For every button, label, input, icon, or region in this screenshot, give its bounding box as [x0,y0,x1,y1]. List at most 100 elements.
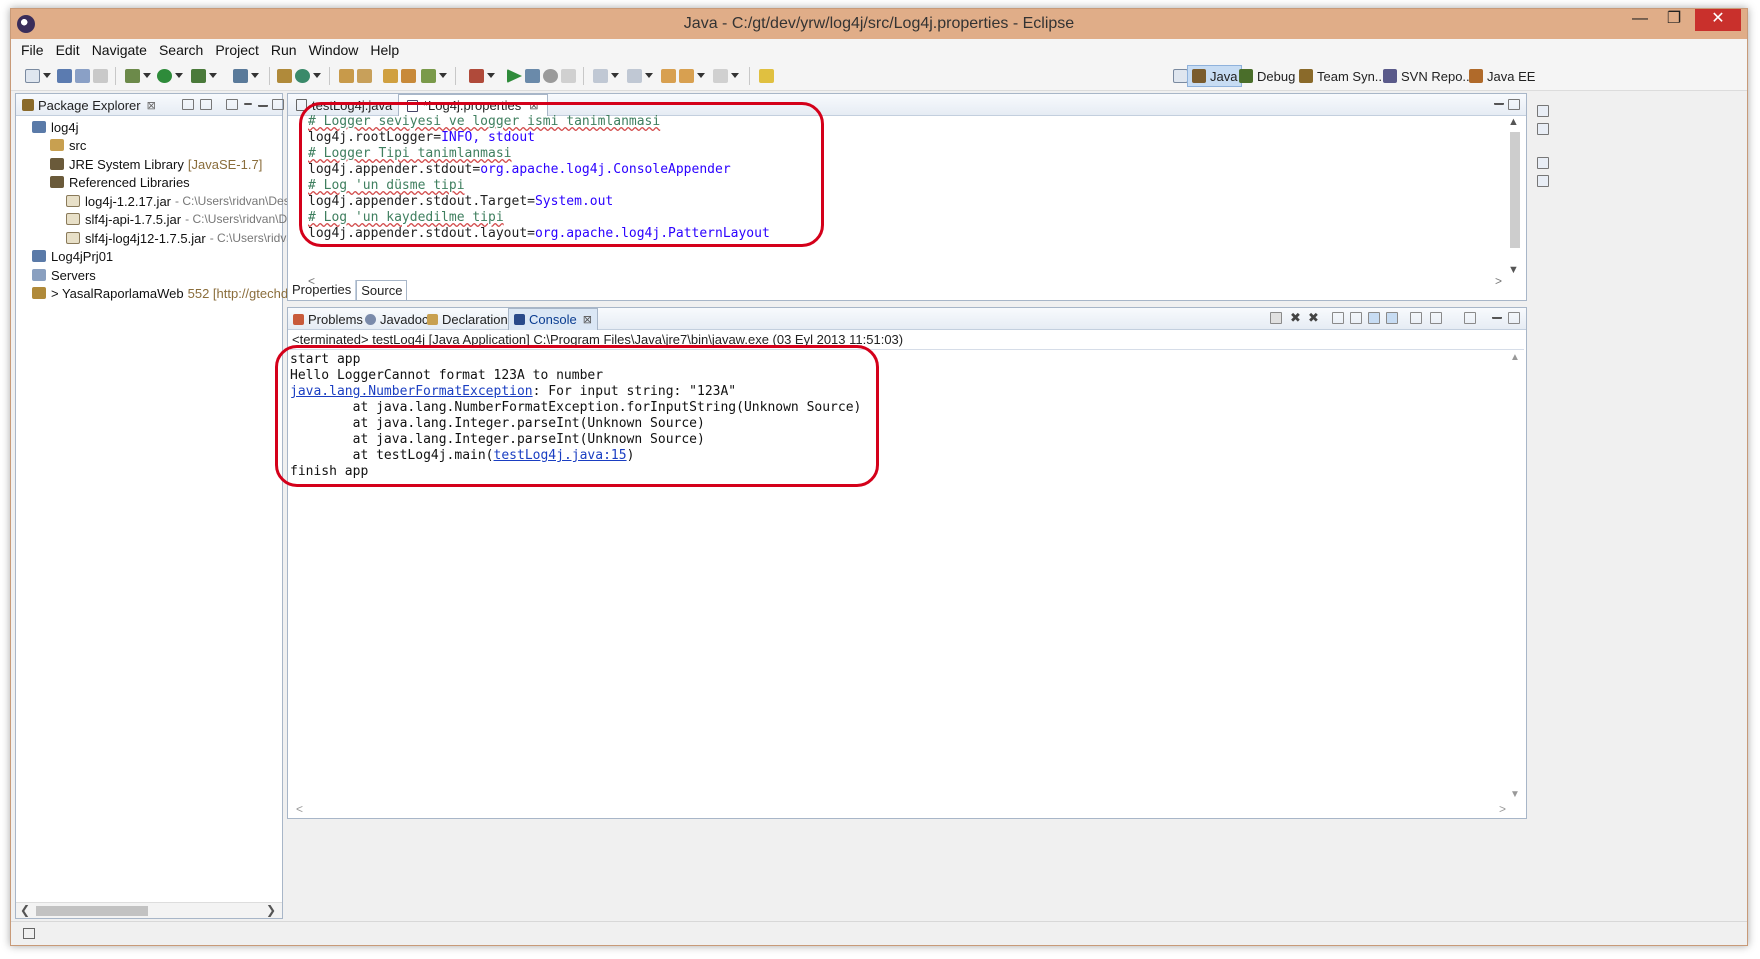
previous-annotation-icon[interactable] [627,69,642,83]
outline-icon[interactable] [1537,123,1549,135]
back-icon[interactable] [679,69,694,83]
close-tab-icon[interactable]: ⊠ [147,99,156,112]
scroll-up-icon[interactable]: ▲ [1510,352,1520,363]
display-console-icon[interactable] [1430,312,1442,324]
tab-declaration[interactable]: Declaration [422,308,513,330]
scroll-right-icon[interactable]: > [1499,802,1506,816]
menu-run[interactable]: Run [265,39,303,61]
new-java-project-icon[interactable] [277,69,292,83]
minimize-console-icon[interactable] [1492,312,1502,319]
tree-item-log4j[interactable]: log4j [32,118,78,136]
search-icon[interactable] [383,69,398,83]
forward-icon[interactable] [713,69,728,83]
open-task-icon[interactable] [357,69,372,83]
scroll-right-icon[interactable]: ❯ [266,903,276,917]
terminate-icon[interactable] [1270,312,1282,324]
tree-item-jar-slf4j-log4j12[interactable]: slf4j-log4j12-1.7.5.jar - C:\Users\ridva… [66,229,297,247]
coverage-dropdown-icon[interactable] [209,73,217,78]
previous-annotation-dropdown-icon[interactable] [645,73,653,78]
build-icon[interactable] [125,69,140,83]
save-icon[interactable] [57,69,72,83]
tree-item-servers[interactable]: Servers [32,266,96,284]
external-tools-dropdown-icon[interactable] [251,73,259,78]
stop-server-icon[interactable] [543,69,558,83]
minimize-editor-icon[interactable] [1494,98,1504,105]
tree-item-log4jprj01[interactable]: Log4jPrj01 [32,247,113,265]
next-annotation-icon[interactable] [593,69,608,83]
tree-item-src[interactable]: src [50,136,86,154]
back-dropdown-icon[interactable] [697,73,705,78]
annotation-dropdown-icon[interactable] [439,73,447,78]
close-button[interactable]: ✕ [1695,9,1741,31]
scroll-down-icon[interactable]: ▼ [1510,789,1520,800]
publish-icon[interactable] [561,69,576,83]
restore-icon[interactable] [1537,105,1549,117]
play-icon[interactable] [507,69,522,83]
external-tools-icon[interactable] [233,69,248,83]
scroll-thumb[interactable] [1510,132,1520,248]
pin-editor-icon[interactable] [759,69,774,83]
minimize-view-icon[interactable] [258,99,268,107]
task-list-icon[interactable] [1537,175,1549,187]
build-dropdown-icon[interactable] [143,73,151,78]
tab-source[interactable]: Source [356,280,408,300]
restore-icon[interactable] [1537,157,1549,169]
collapse-all-icon[interactable] [182,99,194,110]
save-all-icon[interactable] [75,69,90,83]
open-type-icon[interactable] [339,69,354,83]
pin-console-icon[interactable] [1410,312,1422,324]
perspective-team-sync[interactable]: Team Syn... [1295,65,1390,87]
maximize-button[interactable]: ❐ [1657,9,1691,31]
open-console-icon[interactable] [1464,312,1476,324]
scroll-left-icon[interactable]: < [296,802,303,816]
print-icon[interactable] [93,69,108,83]
editor-vscroll[interactable]: ▲ ▼ [1508,116,1522,276]
console-hscroll[interactable]: < > [296,802,1506,816]
menu-window[interactable]: Window [303,39,365,61]
scroll-left-icon[interactable]: ❮ [20,903,30,917]
scroll-up-icon[interactable]: ▲ [1508,116,1519,128]
new-dropdown-icon[interactable] [43,73,51,78]
coverage-icon[interactable] [191,69,206,83]
tree-item-jre-library[interactable]: JRE System Library [JavaSE-1.7] [50,155,262,173]
tab-properties[interactable]: Properties [288,280,357,300]
scroll-lock-icon[interactable] [1350,312,1362,324]
perspective-java-ee[interactable]: Java EE [1465,65,1539,87]
menu-search[interactable]: Search [153,39,209,61]
next-annotation-dropdown-icon[interactable] [611,73,619,78]
link-with-editor-icon[interactable] [200,99,212,110]
scroll-right-icon[interactable]: > [1495,274,1502,288]
remove-launch-icon[interactable]: ✖ [1290,311,1302,324]
scroll-down-icon[interactable]: ▼ [1508,264,1519,276]
minimize-button[interactable]: — [1623,9,1657,31]
close-tab-icon[interactable]: ⊠ [583,313,592,326]
new-icon[interactable] [25,69,40,83]
perspective-debug[interactable]: Debug [1235,65,1299,87]
debug-server-icon[interactable] [525,69,540,83]
tab-console[interactable]: Console ⊠ [508,308,598,330]
view-menu-icon[interactable] [226,99,238,110]
remove-all-launches-icon[interactable]: ✖ [1308,311,1320,324]
forward-dropdown-icon[interactable] [731,73,739,78]
tree-item-yasalraporlamaweb[interactable]: > YasalRaporlamaWeb 552 [http://gtechde [32,284,295,302]
open-perspective-icon[interactable] [1173,69,1188,83]
new-class-dropdown-icon[interactable] [313,73,321,78]
menu-project[interactable]: Project [209,39,265,61]
run-icon[interactable] [157,69,172,83]
maximize-view-icon[interactable] [272,99,284,110]
annotation-icon[interactable] [421,69,436,83]
server-dropdown-icon[interactable] [487,73,495,78]
view-menu-chevron-icon[interactable] [244,103,252,105]
menu-file[interactable]: File [15,39,50,61]
tree-item-referenced-libraries[interactable]: Referenced Libraries [50,173,190,191]
package-explorer-hscroll[interactable]: ❮ ❯ [16,902,282,918]
tree-item-jar-log4j[interactable]: log4j-1.2.17.jar - C:\Users\ridvan\Desk [66,192,296,210]
maximize-editor-icon[interactable] [1508,99,1520,110]
server-icon[interactable] [469,69,484,83]
tree-item-jar-slf4j-api[interactable]: slf4j-api-1.7.5.jar - C:\Users\ridvan\De [66,210,294,228]
new-class-icon[interactable] [295,69,310,83]
show-on-stdout-icon[interactable] [1368,312,1380,324]
scroll-thumb[interactable] [36,906,148,916]
perspective-svn-repo[interactable]: SVN Repo... [1379,65,1477,87]
last-edit-icon[interactable] [661,69,676,83]
